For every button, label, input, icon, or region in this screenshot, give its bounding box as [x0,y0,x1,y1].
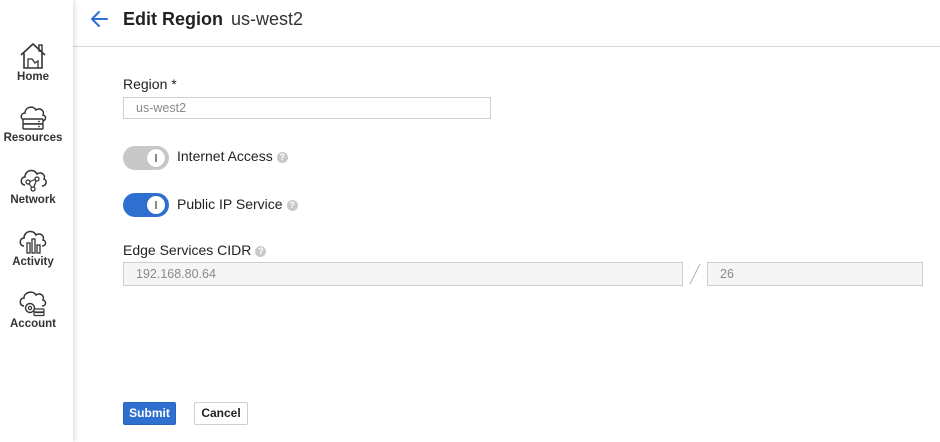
help-icon[interactable]: ? [286,200,298,211]
region-label: Region * [123,76,177,92]
cancel-button[interactable]: Cancel [194,402,248,425]
page-title: Edit Region us-west2 [123,9,303,30]
home-icon [20,43,46,69]
page-title-region: us-west2 [231,9,304,29]
cidr-ip-input[interactable]: 192.168.80.64 [123,262,683,286]
toggle-knob [147,196,165,214]
slash-separator [689,263,701,285]
cloud-gear-icon [19,291,47,317]
cidr-label: Edge Services CIDR [123,242,252,258]
sidebar-item-label: Home [17,71,49,83]
help-icon[interactable]: ? [255,246,267,257]
sidebar-item-account[interactable]: Account [0,289,66,330]
back-button[interactable] [90,9,110,34]
submit-button[interactable]: Submit [123,402,176,425]
sidebar-item-label: Network [10,194,56,206]
internet-access-toggle[interactable] [123,146,169,170]
public-ip-label: Public IP Service [177,196,283,212]
sidebar-item-label: Account [10,318,56,330]
page-title-main: Edit Region [123,9,223,29]
internet-access-label-row: Internet Access? [177,148,288,164]
sidebar-item-label: Activity [12,256,54,268]
page-header: Edit Region us-west2 [73,0,940,47]
help-icon[interactable]: ? [276,152,288,163]
sidebar-item-label: Resources [3,132,63,144]
public-ip-toggle[interactable] [123,193,169,217]
sidebar-item-activity[interactable]: Activity [0,227,66,268]
sidebar-item-home[interactable]: Home [0,42,66,83]
arrow-left-icon [91,11,108,27]
cloud-server-icon [20,106,47,130]
toggle-knob [147,149,165,167]
cloud-network-icon [20,169,47,192]
cidr-label-row: Edge Services CIDR? [123,242,267,258]
public-ip-label-row: Public IP Service? [177,196,298,212]
sidebar: Home Resources Network Activity Account [0,0,73,442]
cloud-chart-icon [19,230,47,254]
region-input[interactable]: us-west2 [123,97,491,119]
region-input-placeholder: us-west2 [136,101,187,115]
sidebar-item-network[interactable]: Network [0,165,66,206]
sidebar-item-resources[interactable]: Resources [0,103,66,144]
cidr-ip-placeholder: 192.168.80.64 [136,267,216,281]
cidr-prefix-input[interactable]: 26 [707,262,923,286]
internet-access-label: Internet Access [177,148,273,164]
cidr-prefix-placeholder: 26 [720,267,734,281]
